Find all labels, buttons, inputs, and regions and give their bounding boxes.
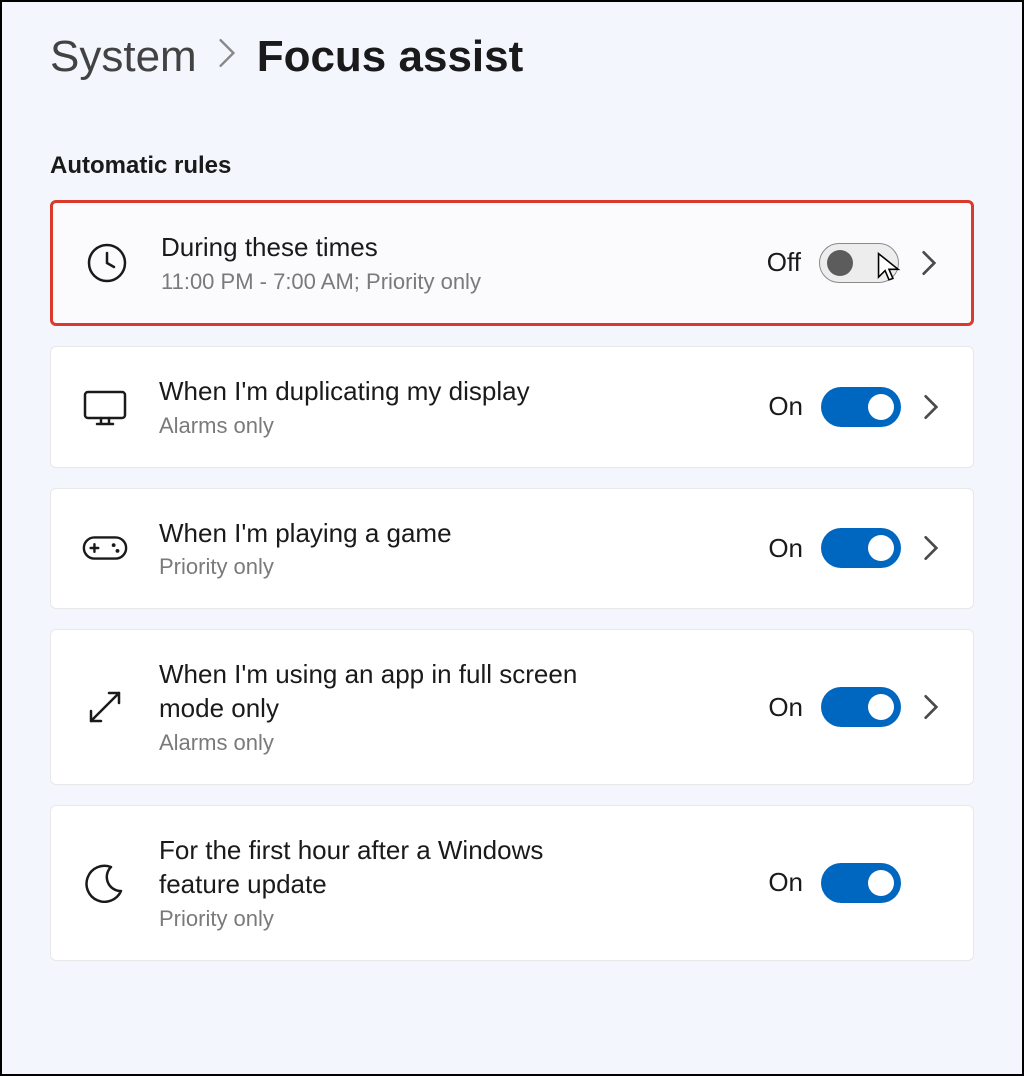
rule-subtitle: Alarms only — [159, 730, 738, 756]
breadcrumb: System Focus assist — [50, 32, 974, 82]
monitor-icon — [81, 383, 129, 431]
moon-icon — [81, 859, 129, 907]
rule-title: When I'm playing a game — [159, 517, 659, 551]
toggle-switch[interactable] — [821, 387, 901, 427]
rule-text: When I'm using an app in full screen mod… — [159, 658, 738, 756]
fullscreen-icon — [81, 683, 129, 731]
chevron-right-icon[interactable] — [919, 695, 943, 719]
rule-text: For the first hour after a Windows featu… — [159, 834, 738, 932]
rule-controls: On — [768, 528, 943, 568]
breadcrumb-current: Focus assist — [257, 32, 524, 82]
toggle-switch[interactable] — [821, 687, 901, 727]
rule-subtitle: Priority only — [159, 906, 738, 932]
chevron-right-icon — [217, 36, 237, 78]
rule-title: During these times — [161, 231, 581, 265]
rule-controls: On — [768, 687, 943, 727]
section-header: Automatic rules — [50, 152, 974, 180]
rule-subtitle: 11:00 PM - 7:00 AM; Priority only — [161, 269, 737, 295]
rule-title: When I'm using an app in full screen mod… — [159, 658, 579, 726]
rule-text: During these times 11:00 PM - 7:00 AM; P… — [161, 231, 737, 295]
toggle-state-label: On — [768, 867, 803, 898]
rule-text: When I'm duplicating my display Alarms o… — [159, 375, 738, 439]
toggle-state-label: Off — [767, 247, 801, 278]
rule-duplicating-display[interactable]: When I'm duplicating my display Alarms o… — [50, 346, 974, 468]
rule-fullscreen-app[interactable]: When I'm using an app in full screen mod… — [50, 629, 974, 785]
rule-during-times[interactable]: During these times 11:00 PM - 7:00 AM; P… — [50, 200, 974, 326]
rule-subtitle: Priority only — [159, 554, 738, 580]
gamepad-icon — [81, 524, 129, 572]
rule-title: For the first hour after a Windows featu… — [159, 834, 579, 902]
chevron-right-icon[interactable] — [917, 251, 941, 275]
toggle-switch[interactable] — [819, 243, 899, 283]
chevron-right-icon[interactable] — [919, 395, 943, 419]
chevron-right-icon[interactable] — [919, 536, 943, 560]
toggle-switch[interactable] — [821, 863, 901, 903]
rule-title: When I'm duplicating my display — [159, 375, 579, 409]
toggle-state-label: On — [768, 533, 803, 564]
rule-controls: On — [768, 387, 943, 427]
rule-subtitle: Alarms only — [159, 413, 738, 439]
toggle-state-label: On — [768, 391, 803, 422]
toggle-state-label: On — [768, 692, 803, 723]
toggle-switch[interactable] — [821, 528, 901, 568]
rule-controls: On — [768, 863, 943, 903]
rule-after-update[interactable]: For the first hour after a Windows featu… — [50, 805, 974, 961]
rule-playing-game[interactable]: When I'm playing a game Priority only On — [50, 488, 974, 610]
clock-icon — [83, 239, 131, 287]
rule-text: When I'm playing a game Priority only — [159, 517, 738, 581]
breadcrumb-parent[interactable]: System — [50, 32, 197, 82]
rule-controls: Off — [767, 243, 941, 283]
